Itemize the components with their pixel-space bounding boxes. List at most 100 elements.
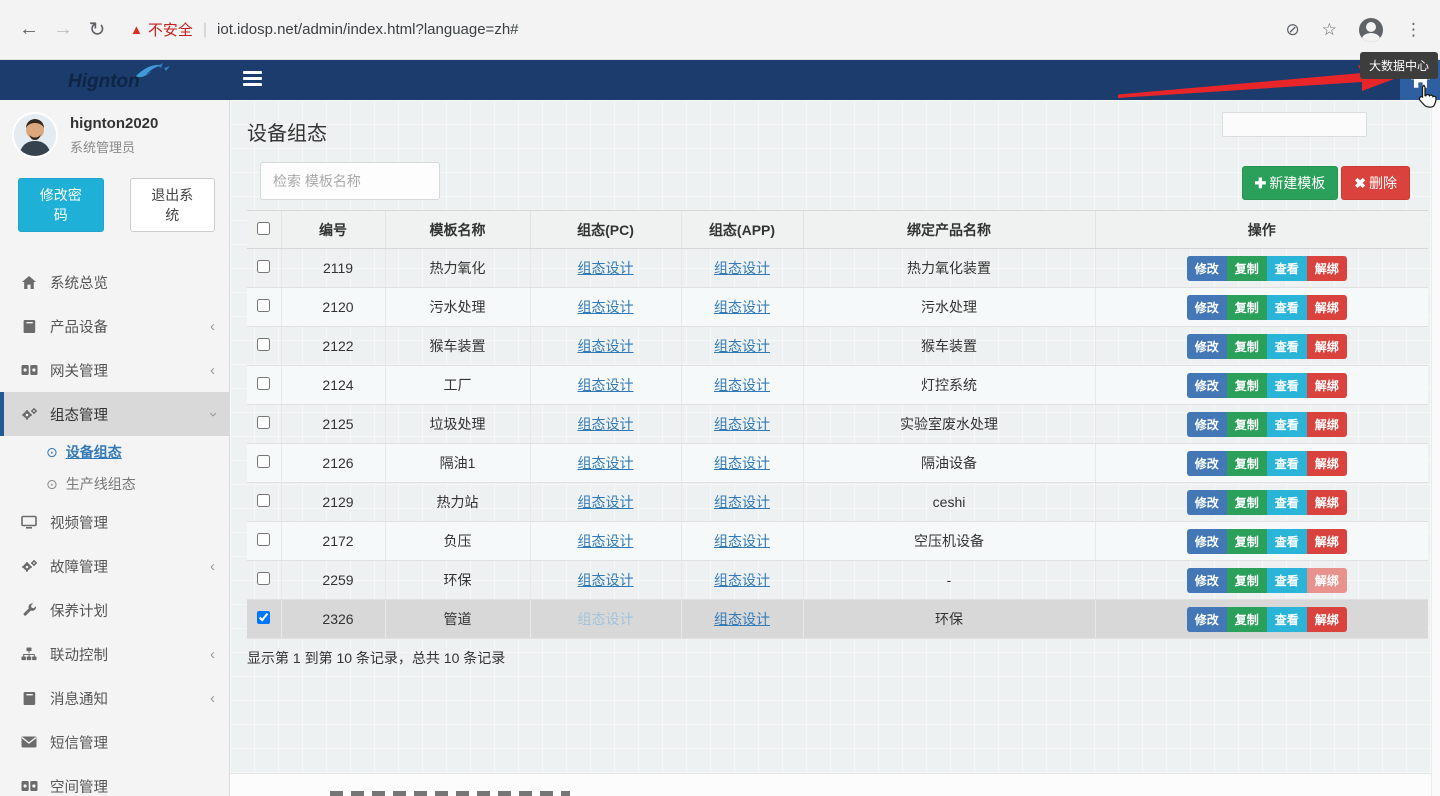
view-button[interactable]: 查看 (1267, 373, 1307, 398)
pc-config-link[interactable]: 组态设计 (578, 611, 634, 627)
unbind-button[interactable]: 解绑 (1307, 451, 1347, 476)
edit-button[interactable]: 修改 (1187, 451, 1227, 476)
view-button[interactable]: 查看 (1267, 607, 1307, 632)
copy-button[interactable]: 复制 (1227, 334, 1267, 359)
row-checkbox[interactable] (257, 455, 270, 468)
unbind-button[interactable]: 解绑 (1307, 607, 1347, 632)
pc-config-link[interactable]: 组态设计 (578, 572, 634, 588)
unbind-button[interactable]: 解绑 (1307, 295, 1347, 320)
sidebar-item[interactable]: 视频管理 (0, 500, 229, 544)
sidebar-item[interactable]: 故障管理‹ (0, 544, 229, 588)
pc-config-link[interactable]: 组态设计 (578, 455, 634, 471)
template-search-input[interactable] (260, 162, 440, 200)
select-all-header[interactable] (247, 211, 281, 249)
copy-button[interactable]: 复制 (1227, 451, 1267, 476)
pc-config-link[interactable]: 组态设计 (578, 338, 634, 354)
view-button[interactable]: 查看 (1267, 451, 1307, 476)
unbind-button[interactable]: 解绑 (1307, 490, 1347, 515)
select-all-checkbox[interactable] (257, 222, 270, 235)
view-button[interactable]: 查看 (1267, 529, 1307, 554)
pc-config-link[interactable]: 组态设计 (578, 260, 634, 276)
app-config-link[interactable]: 组态设计 (714, 494, 770, 510)
hamburger-menu-icon[interactable] (243, 71, 262, 88)
edit-button[interactable]: 修改 (1187, 295, 1227, 320)
address-bar[interactable]: ▲ 不安全 | iot.idosp.net/admin/index.html?l… (130, 13, 519, 47)
edit-button[interactable]: 修改 (1187, 568, 1227, 593)
copy-button[interactable]: 复制 (1227, 412, 1267, 437)
edit-button[interactable]: 修改 (1187, 607, 1227, 632)
url-text[interactable]: iot.idosp.net/admin/index.html?language=… (217, 21, 518, 38)
unbind-button[interactable]: 解绑 (1307, 412, 1347, 437)
sidebar-item[interactable]: 短信管理 (0, 720, 229, 764)
unbind-button[interactable]: 解绑 (1307, 568, 1347, 593)
copy-button[interactable]: 复制 (1227, 490, 1267, 515)
app-config-link[interactable]: 组态设计 (714, 533, 770, 549)
app-config-link[interactable]: 组态设计 (714, 611, 770, 627)
edit-button[interactable]: 修改 (1187, 412, 1227, 437)
sidebar-item[interactable]: 系统总览 (0, 260, 229, 304)
edit-button[interactable]: 修改 (1187, 373, 1227, 398)
row-checkbox[interactable] (257, 494, 270, 507)
sidebar-item[interactable]: 保养计划 (0, 588, 229, 632)
header-search-input[interactable] (1222, 112, 1367, 137)
view-button[interactable]: 查看 (1267, 568, 1307, 593)
row-checkbox[interactable] (257, 611, 270, 624)
unbind-button[interactable]: 解绑 (1307, 334, 1347, 359)
sidebar-item[interactable]: 空间管理 (0, 764, 229, 796)
view-button[interactable]: 查看 (1267, 490, 1307, 515)
change-password-button[interactable]: 修改密码 (18, 178, 104, 232)
new-template-button[interactable]: ✚新建模板 (1242, 166, 1339, 200)
row-checkbox[interactable] (257, 260, 270, 273)
view-button[interactable]: 查看 (1267, 412, 1307, 437)
zoom-out-icon[interactable]: ⊘︎ (1286, 20, 1300, 40)
row-checkbox[interactable] (257, 416, 270, 429)
sidebar-subitem[interactable]: ⊙生产线组态 (0, 468, 229, 500)
logout-button[interactable]: 退出系统 (130, 178, 216, 232)
page-scrollbar[interactable] (1431, 100, 1440, 796)
row-checkbox[interactable] (257, 572, 270, 585)
delete-button[interactable]: ✖删除 (1341, 166, 1410, 200)
bookmark-star-icon[interactable]: ☆ (1322, 20, 1337, 40)
app-config-link[interactable]: 组态设计 (714, 455, 770, 471)
pc-config-link[interactable]: 组态设计 (578, 416, 634, 432)
sidebar-item[interactable]: 联动控制‹ (0, 632, 229, 676)
edit-button[interactable]: 修改 (1187, 256, 1227, 281)
pc-config-link[interactable]: 组态设计 (578, 494, 634, 510)
sidebar-item[interactable]: 网关管理‹ (0, 348, 229, 392)
edit-button[interactable]: 修改 (1187, 490, 1227, 515)
app-config-link[interactable]: 组态设计 (714, 260, 770, 276)
logo[interactable]: Hignton (0, 60, 230, 100)
row-checkbox[interactable] (257, 299, 270, 312)
browser-menu-dots-icon[interactable]: ⋮ (1405, 20, 1422, 40)
reload-icon[interactable]: ↻ (80, 17, 114, 42)
row-checkbox[interactable] (257, 338, 270, 351)
app-config-link[interactable]: 组态设计 (714, 416, 770, 432)
app-config-link[interactable]: 组态设计 (714, 377, 770, 393)
copy-button[interactable]: 复制 (1227, 529, 1267, 554)
app-config-link[interactable]: 组态设计 (714, 572, 770, 588)
browser-profile-icon[interactable] (1359, 18, 1383, 42)
unbind-button[interactable]: 解绑 (1307, 373, 1347, 398)
copy-button[interactable]: 复制 (1227, 568, 1267, 593)
view-button[interactable]: 查看 (1267, 334, 1307, 359)
view-button[interactable]: 查看 (1267, 295, 1307, 320)
copy-button[interactable]: 复制 (1227, 295, 1267, 320)
copy-button[interactable]: 复制 (1227, 256, 1267, 281)
sidebar-subitem[interactable]: ⊙设备组态 (0, 436, 229, 468)
back-icon[interactable]: ← (12, 18, 46, 41)
pc-config-link[interactable]: 组态设计 (578, 533, 634, 549)
row-checkbox[interactable] (257, 533, 270, 546)
app-config-link[interactable]: 组态设计 (714, 338, 770, 354)
security-warning[interactable]: 不安全 (148, 19, 193, 40)
app-config-link[interactable]: 组态设计 (714, 299, 770, 315)
sidebar-item[interactable]: 组态管理‹ (0, 392, 229, 436)
sidebar-item[interactable]: 产品设备‹ (0, 304, 229, 348)
pc-config-link[interactable]: 组态设计 (578, 377, 634, 393)
copy-button[interactable]: 复制 (1227, 607, 1267, 632)
sidebar-item[interactable]: 消息通知‹ (0, 676, 229, 720)
unbind-button[interactable]: 解绑 (1307, 529, 1347, 554)
user-avatar[interactable] (12, 112, 58, 158)
unbind-button[interactable]: 解绑 (1307, 256, 1347, 281)
row-checkbox[interactable] (257, 377, 270, 390)
pc-config-link[interactable]: 组态设计 (578, 299, 634, 315)
